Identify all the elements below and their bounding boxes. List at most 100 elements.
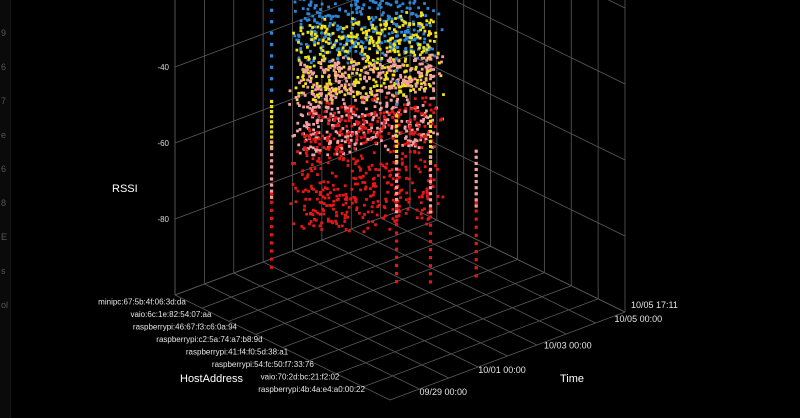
data-point: [386, 118, 390, 122]
data-point: [306, 12, 310, 16]
data-point: [332, 89, 335, 93]
data-point: [387, 32, 391, 36]
data-point: [329, 191, 332, 195]
data-point: [395, 179, 399, 183]
data-point: [309, 103, 313, 106]
data-point: [369, 35, 373, 39]
data-point: [397, 123, 401, 127]
data-point: [415, 216, 419, 220]
data-point: [395, 231, 399, 235]
data-point: [414, 58, 418, 62]
data-point: [346, 13, 350, 16]
data-point: [359, 154, 363, 158]
data-point: [313, 57, 316, 60]
data-point: [307, 55, 310, 59]
data-point: [318, 11, 322, 15]
data-point: [429, 77, 432, 81]
data-point: [395, 114, 399, 118]
data-point: [359, 142, 363, 146]
data-point: [412, 28, 416, 32]
data-point: [335, 210, 338, 214]
data-point: [405, 35, 409, 39]
data-point: [350, 124, 354, 128]
data-point: [307, 189, 311, 193]
data-point: [306, 175, 309, 179]
data-point: [419, 14, 423, 18]
data-point: [353, 162, 357, 165]
data-point: [297, 40, 300, 44]
data-point: [351, 132, 355, 136]
x-tick-label: raspberrypi:41:f4:f0:5d:38:a1: [186, 347, 289, 356]
data-point: [318, 191, 322, 194]
data-point: [354, 50, 358, 53]
data-point: [378, 101, 382, 105]
data-point: [399, 196, 402, 199]
data-point: [309, 49, 312, 53]
data-point: [344, 228, 348, 231]
data-point: [423, 29, 427, 33]
data-point: [316, 87, 320, 91]
data-point: [312, 224, 316, 228]
data-point: [327, 117, 330, 121]
data-point: [306, 85, 310, 89]
data-point: [325, 95, 329, 98]
data-point: [370, 90, 374, 93]
data-point: [372, 116, 376, 119]
data-point: [294, 200, 298, 204]
data-point: [381, 164, 385, 167]
data-point: [389, 98, 393, 102]
data-point: [369, 138, 373, 142]
data-point: [379, 23, 383, 27]
data-point: [395, 144, 399, 148]
data-point: [326, 153, 330, 157]
data-point: [297, 58, 301, 62]
data-point: [432, 87, 435, 91]
data-point: [432, 81, 436, 85]
data-point: [342, 65, 346, 69]
data-point: [408, 197, 411, 201]
data-point: [318, 160, 322, 164]
data-point: [351, 11, 354, 14]
data-point: [362, 101, 366, 104]
data-point: [371, 136, 375, 139]
data-point: [270, 42, 274, 47]
data-point: [370, 112, 374, 115]
data-point: [307, 57, 311, 61]
data-point: [304, 70, 307, 74]
data-point: [371, 26, 374, 30]
data-point: [355, 107, 359, 111]
data-point: [357, 130, 361, 133]
data-point: [311, 157, 315, 161]
data-point: [308, 197, 312, 201]
data-point: [382, 111, 386, 115]
data-point: [395, 207, 399, 211]
data-point: [293, 34, 297, 38]
data-point: [313, 19, 316, 23]
data-point: [426, 116, 430, 119]
data-point: [360, 40, 363, 44]
data-point: [400, 10, 404, 13]
data-point: [383, 23, 386, 26]
data-point: [351, 201, 354, 205]
y-tick-label: -60: [157, 139, 169, 148]
data-point: [417, 22, 421, 25]
data-point: [325, 101, 329, 105]
data-point: [367, 17, 371, 21]
data-point: [428, 161, 433, 165]
data-point: [306, 45, 309, 49]
data-point: [474, 155, 478, 159]
data-point: [376, 51, 379, 55]
data-point: [417, 146, 421, 149]
data-point: [428, 173, 433, 178]
data-point: [353, 123, 356, 126]
data-point: [382, 216, 385, 220]
data-point: [298, 81, 301, 85]
data-point: [342, 27, 345, 30]
data-point: [391, 73, 395, 77]
data-point: [372, 190, 376, 194]
data-point: [364, 171, 368, 175]
data-point: [294, 96, 298, 99]
data-point: [317, 125, 320, 129]
data-point: [306, 31, 310, 34]
data-point: [329, 115, 333, 119]
